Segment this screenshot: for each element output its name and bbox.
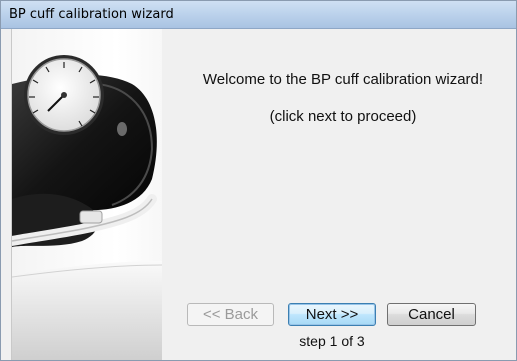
window-title: BP cuff calibration wizard [9, 7, 174, 22]
bp-cuff-image [12, 29, 162, 360]
proceed-hint: (click next to proceed) [269, 108, 417, 125]
title-bar[interactable]: BP cuff calibration wizard [1, 1, 516, 29]
wizard-client-area: Welcome to the BP cuff calibration wizar… [11, 29, 516, 360]
cancel-button[interactable]: Cancel [387, 303, 476, 326]
bp-cuff-illustration [12, 55, 162, 360]
back-button[interactable]: << Back [187, 303, 274, 326]
next-button[interactable]: Next >> [288, 303, 376, 326]
wizard-window: BP cuff calibration wizard Welcome to th… [0, 0, 517, 361]
welcome-message: Welcome to the BP cuff calibration wizar… [202, 71, 484, 88]
step-indicator: step 1 of 3 [299, 333, 365, 349]
